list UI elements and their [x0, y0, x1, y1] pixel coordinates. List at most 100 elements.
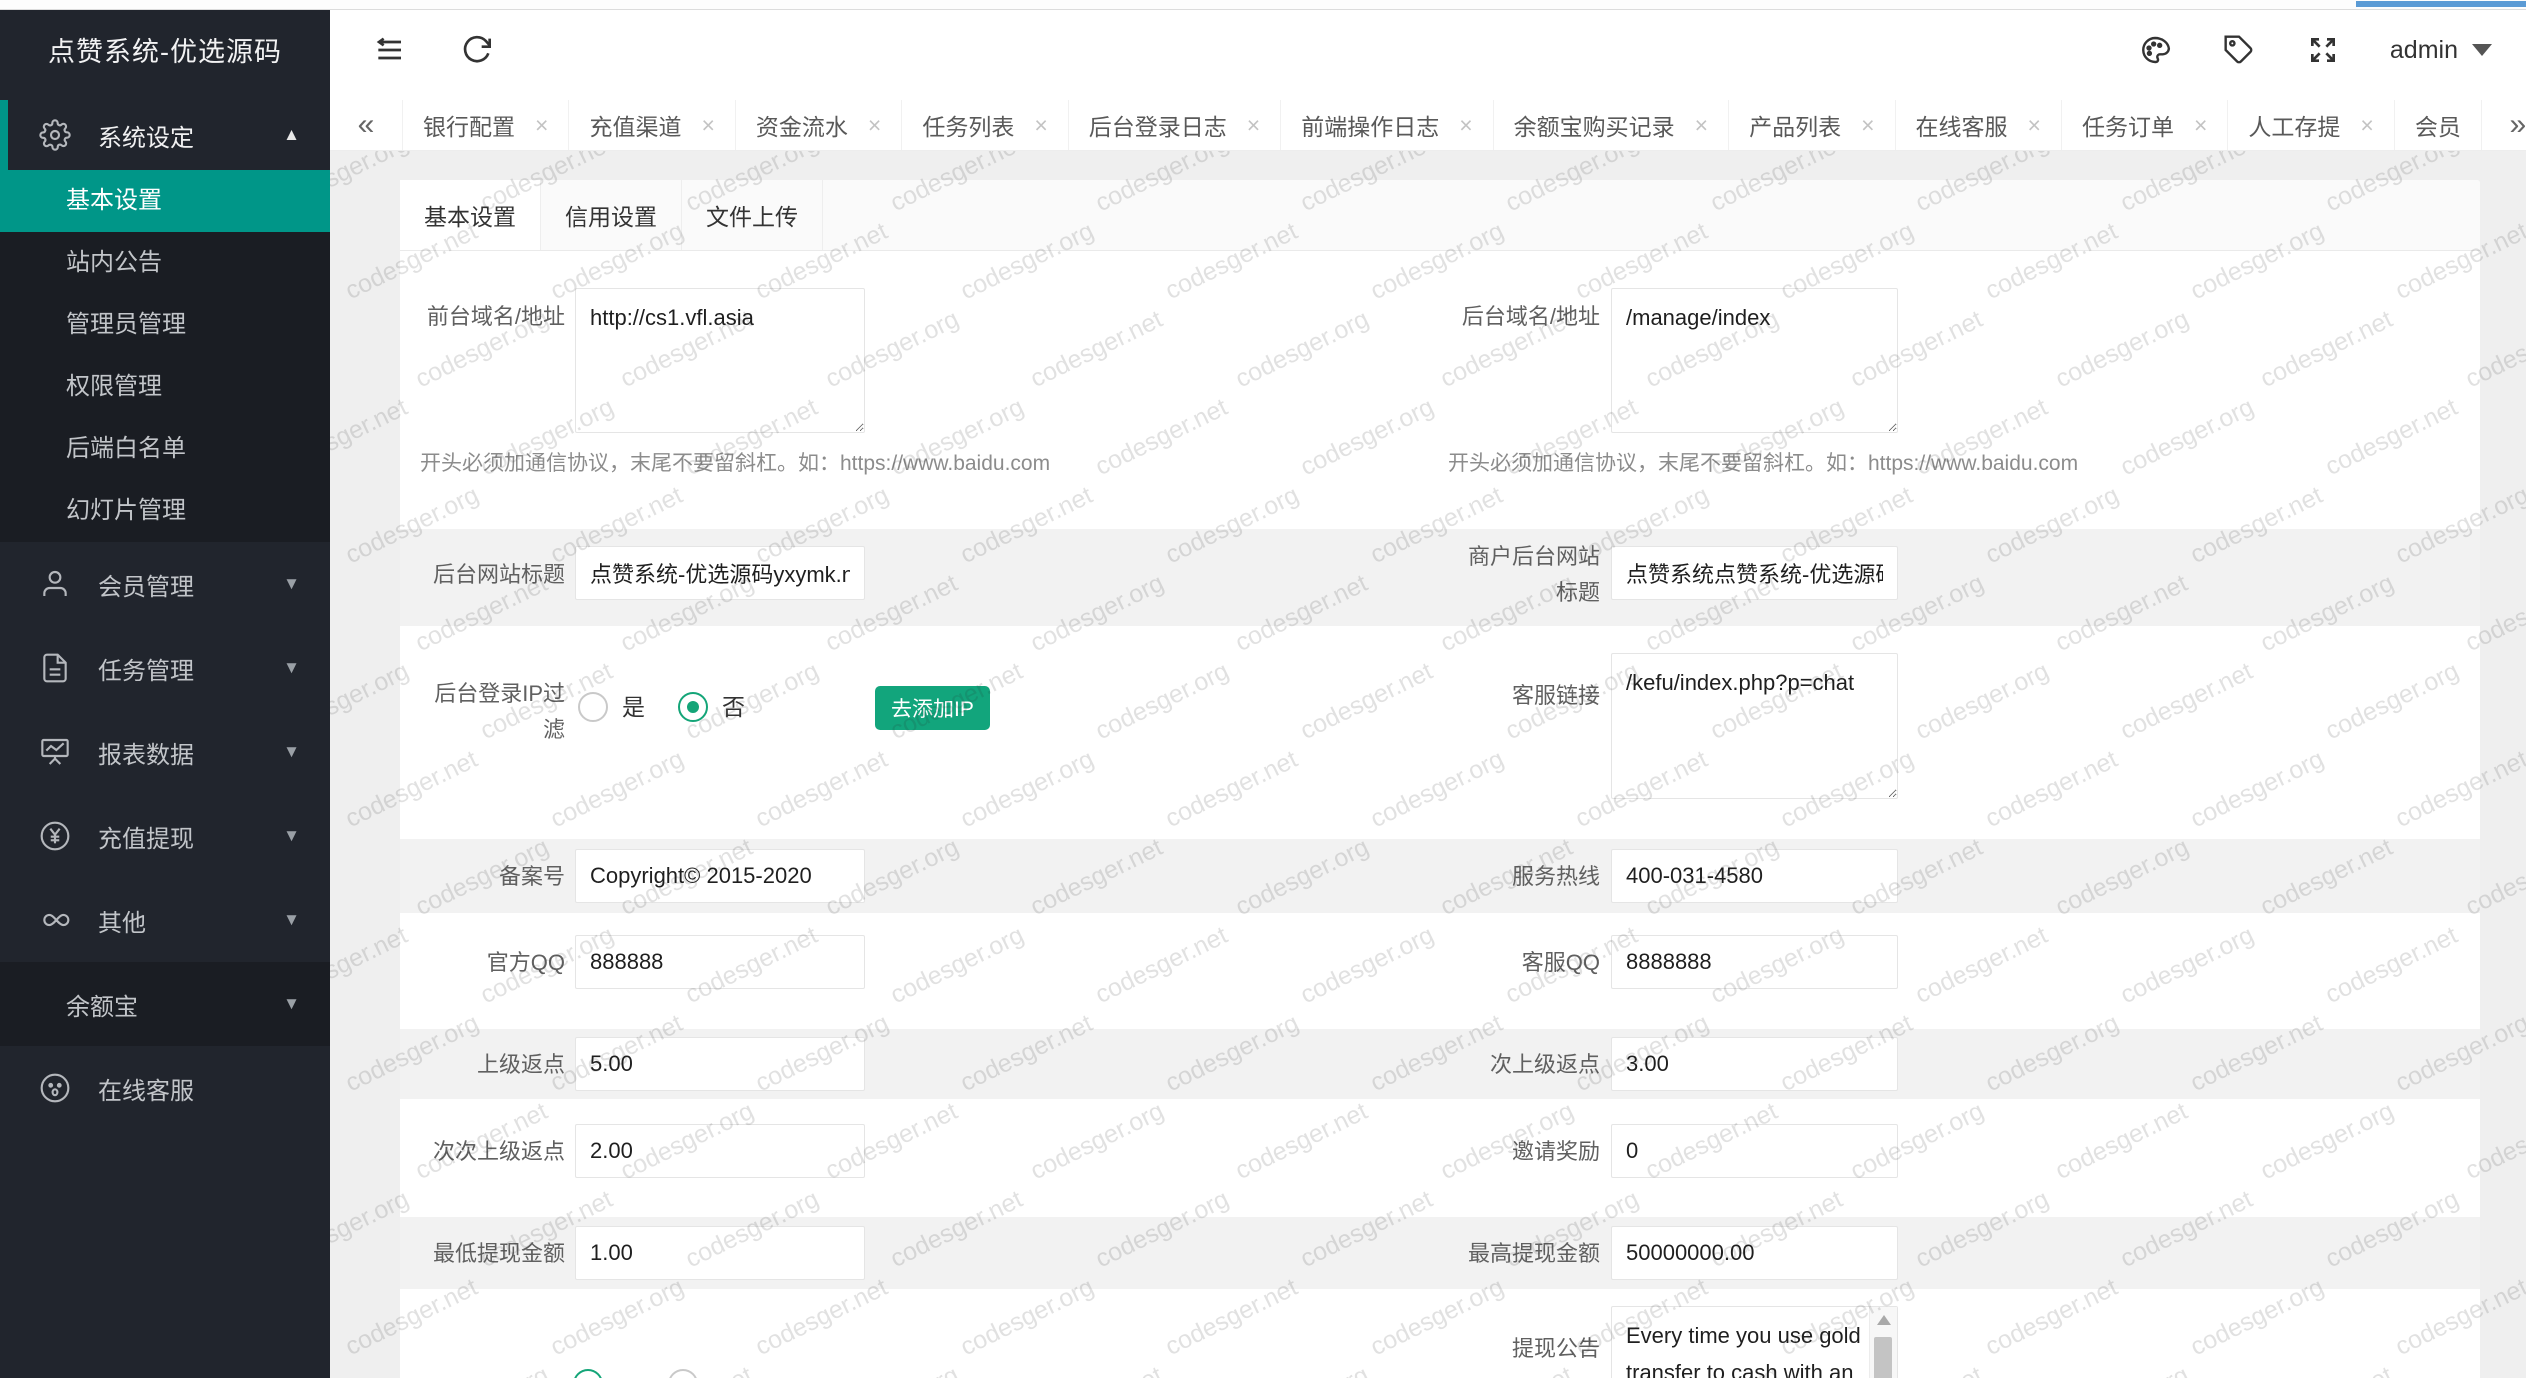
invite-reward-input[interactable]: [1611, 1124, 1898, 1178]
sidebar-item-recharge-withdraw[interactable]: 充值提现 ▼: [0, 794, 330, 878]
icp-input[interactable]: [575, 849, 865, 903]
tab-file-upload[interactable]: 文件上传: [682, 180, 823, 250]
sidebar-item-system-settings[interactable]: 系统设定 ▲: [0, 100, 330, 170]
caret-down-icon: ▼: [283, 910, 300, 930]
max-withdraw-input[interactable]: [1611, 1226, 1898, 1280]
hotline-label: 服务热线: [1450, 859, 1600, 895]
close-icon[interactable]: ×: [1459, 112, 1472, 139]
bottom-yes-radio[interactable]: [573, 1369, 603, 1378]
workspace-tab[interactable]: 在线客服×: [1896, 100, 2062, 150]
top-header: admin: [330, 0, 2526, 100]
tabs-scroll-left-icon[interactable]: «: [330, 100, 403, 150]
official-qq-input[interactable]: [575, 935, 865, 989]
workspace-tab[interactable]: 资金流水×: [736, 100, 902, 150]
user-icon: [38, 567, 72, 601]
close-icon[interactable]: ×: [1695, 112, 1708, 139]
withdraw-notice-box: Every time you use gold transfer to cash…: [1611, 1306, 1898, 1378]
sidebar-item-online-service[interactable]: 在线客服: [0, 1046, 330, 1130]
subitem-label: 权限管理: [66, 373, 162, 400]
ip-filter-no-radio[interactable]: [678, 692, 708, 722]
rebate-l3-input[interactable]: [575, 1124, 865, 1178]
sidebar-item-report-data[interactable]: 报表数据 ▼: [0, 710, 330, 794]
rebate-l1-input[interactable]: [575, 1037, 865, 1091]
sidebar-subitem-yuebao[interactable]: 余额宝 ▼: [0, 962, 330, 1046]
back-domain-textarea[interactable]: /manage/index: [1611, 288, 1898, 433]
ip-filter-yes-radio[interactable]: [578, 692, 608, 722]
sidebar-subitem-admin-management[interactable]: 管理员管理: [0, 294, 330, 356]
withdraw-notice-label: 提现公告: [1450, 1331, 1600, 1367]
rebate-l2-label: 次上级返点: [1450, 1047, 1600, 1083]
workspace-tab[interactable]: 余额宝购买记录 ×: [1494, 100, 1729, 150]
service-qq-label: 客服QQ: [1450, 945, 1600, 981]
tabs-scroll-right-icon[interactable]: »: [2481, 100, 2526, 150]
subitem-label: 基本设置: [66, 187, 162, 214]
textarea-scrollbar[interactable]: [1869, 1307, 1897, 1378]
tab-basic-settings[interactable]: 基本设置: [400, 180, 541, 250]
user-menu[interactable]: admin: [2390, 36, 2492, 65]
close-icon[interactable]: ×: [2194, 112, 2207, 139]
workspace-tab[interactable]: 充值渠道×: [569, 100, 735, 150]
form-row-icp-hotline: 备案号 服务热线: [400, 839, 2480, 913]
settings-card: 基本设置 信用设置 文件上传 前台域名/地址 http://cs1.vfl.as…: [400, 180, 2480, 1378]
theme-palette-icon[interactable]: [2138, 33, 2172, 67]
front-domain-textarea[interactable]: http://cs1.vfl.asia: [575, 288, 865, 433]
form-row-qq: 官方QQ 客服QQ: [400, 913, 2480, 1029]
sidebar-subitem-basic-settings[interactable]: 基本设置: [0, 170, 330, 232]
infinity-icon: [38, 903, 72, 937]
fullscreen-icon[interactable]: [2306, 33, 2340, 67]
sidebar-item-label: 其他: [98, 903, 271, 938]
close-icon[interactable]: ×: [2360, 112, 2373, 139]
merchant-title-input[interactable]: [1611, 546, 1898, 600]
rebate-l2-input[interactable]: [1611, 1037, 1898, 1091]
sidebar-item-other[interactable]: 其他 ▼: [0, 878, 330, 962]
bottom-no-radio[interactable]: [668, 1369, 698, 1378]
other-submenu: 余额宝 ▼: [0, 962, 330, 1046]
tag-icon[interactable]: [2222, 33, 2256, 67]
workspace-tab[interactable]: 人工存提×: [2228, 100, 2394, 150]
withdraw-notice-textarea[interactable]: Every time you use gold transfer to cash…: [1612, 1307, 1869, 1378]
caret-down-icon: ▼: [283, 574, 300, 594]
form-row-ipfilter-kefu: 后台登录IP过滤 是 否 去添加IP 客服链接 /kefu/index.php?…: [400, 626, 2480, 839]
tab-label: 基本设置: [424, 198, 516, 232]
form-row-rebate3-invite: 次次上级返点 邀请奖励: [400, 1099, 2480, 1217]
workspace-tab[interactable]: 银行配置×: [403, 100, 569, 150]
add-ip-button[interactable]: 去添加IP: [875, 686, 990, 730]
close-icon[interactable]: ×: [701, 112, 714, 139]
workspace-tab[interactable]: 任务订单×: [2062, 100, 2228, 150]
close-icon[interactable]: ×: [535, 112, 548, 139]
sidebar-item-label: 报表数据: [98, 735, 271, 770]
sidebar-subitem-slideshow-management[interactable]: 幻灯片管理: [0, 480, 330, 542]
ip-filter-label: 后台登录IP过滤: [420, 676, 565, 748]
tab-label: 余额宝购买记录: [1514, 108, 1675, 142]
hotline-input[interactable]: [1611, 849, 1898, 903]
close-icon[interactable]: ×: [1247, 112, 1260, 139]
sidebar-subitem-permission-management[interactable]: 权限管理: [0, 356, 330, 418]
close-icon[interactable]: ×: [1034, 112, 1047, 139]
workspace-tab[interactable]: 会员: [2395, 100, 2481, 150]
close-icon[interactable]: ×: [1861, 112, 1874, 139]
sidebar-item-member-management[interactable]: 会员管理 ▼: [0, 542, 330, 626]
tab-label: 前端操作日志: [1301, 108, 1439, 142]
tab-credit-settings[interactable]: 信用设置: [541, 180, 682, 250]
scrollbar-thumb[interactable]: [1874, 1337, 1892, 1378]
subitem-label: 余额宝: [66, 987, 283, 1022]
refresh-icon[interactable]: [460, 33, 494, 67]
workspace-tabbar: « 银行配置× 充值渠道× 资金流水× 任务列表× 后台登录日志× 前端操作日志…: [330, 100, 2526, 151]
workspace-tab[interactable]: 前端操作日志 ×: [1281, 100, 1493, 150]
close-icon[interactable]: ×: [2028, 112, 2041, 139]
sidebar-item-task-management[interactable]: 任务管理 ▼: [0, 626, 330, 710]
kefu-link-label: 客服链接: [1450, 678, 1600, 714]
close-icon[interactable]: ×: [868, 112, 881, 139]
workspace-tab[interactable]: 产品列表×: [1729, 100, 1895, 150]
site-title-input[interactable]: [575, 546, 865, 600]
sidebar-item-label: 任务管理: [98, 651, 271, 686]
sidebar-subitem-backend-whitelist[interactable]: 后端白名单: [0, 418, 330, 480]
workspace-tab[interactable]: 后台登录日志×: [1069, 100, 1281, 150]
collapse-sidebar-icon[interactable]: [372, 33, 406, 67]
min-withdraw-input[interactable]: [575, 1226, 865, 1280]
service-qq-input[interactable]: [1611, 935, 1898, 989]
sidebar-subitem-site-announcement[interactable]: 站内公告: [0, 232, 330, 294]
scroll-up-icon[interactable]: [1877, 1315, 1891, 1325]
workspace-tab[interactable]: 任务列表×: [902, 100, 1068, 150]
kefu-link-textarea[interactable]: /kefu/index.php?p=chat: [1611, 653, 1898, 799]
